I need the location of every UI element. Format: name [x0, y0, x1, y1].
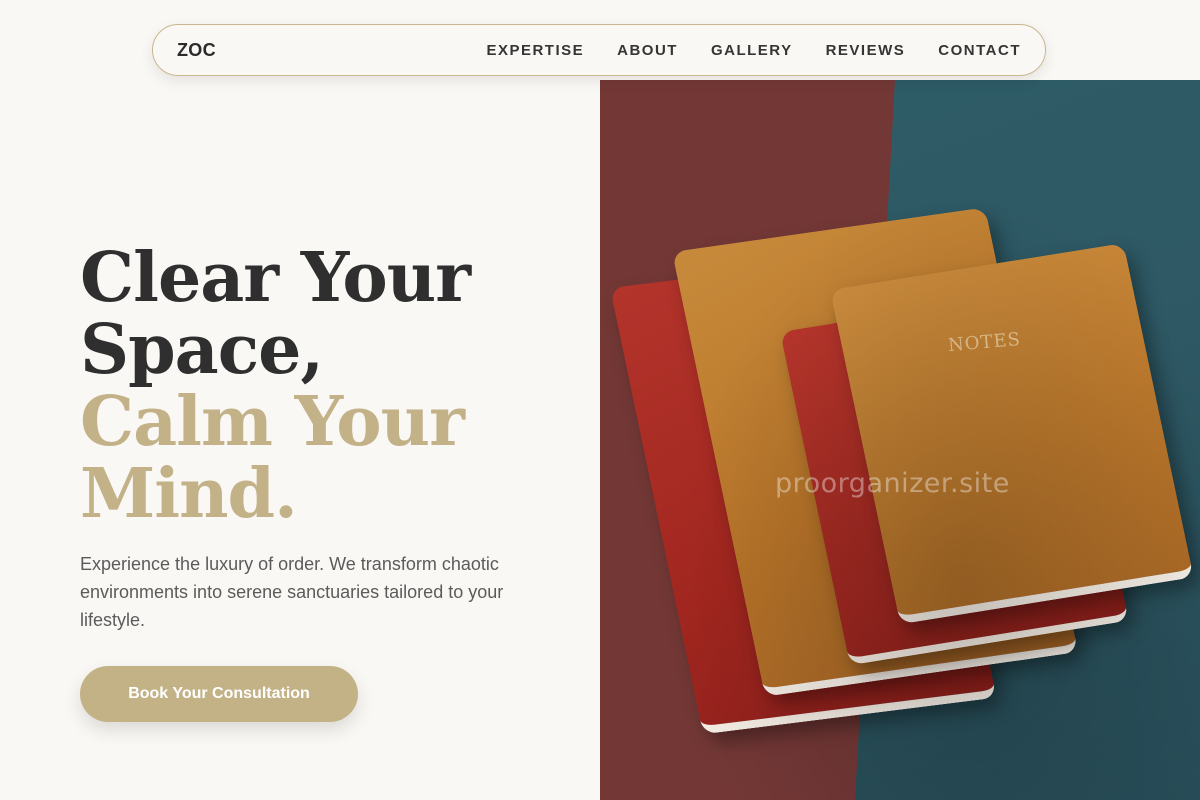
nav-link-reviews[interactable]: REVIEWS	[826, 42, 906, 59]
headline-line-3: Calm Your	[80, 382, 465, 462]
hero-headline: Clear Your Space, Calm Your Mind.	[80, 242, 550, 530]
nav-link-expertise[interactable]: EXPERTISE	[486, 42, 584, 59]
nav-link-contact[interactable]: CONTACT	[938, 42, 1021, 59]
main-nav: ZOC EXPERTISE ABOUT GALLERY REVIEWS CONT…	[152, 24, 1046, 76]
watermark-text: proorganizer.site	[775, 468, 1010, 499]
site-logo[interactable]: ZOC	[177, 40, 216, 61]
headline-line-2: Space,	[80, 310, 324, 390]
nav-link-gallery[interactable]: GALLERY	[711, 42, 793, 59]
headline-line-1: Clear Your	[80, 238, 471, 318]
headline-line-4: Mind.	[80, 454, 298, 534]
hero-image: NOTES	[600, 80, 1200, 800]
book-consultation-button[interactable]: Book Your Consultation	[80, 666, 358, 722]
nav-link-about[interactable]: ABOUT	[617, 42, 678, 59]
nav-links: EXPERTISE ABOUT GALLERY REVIEWS CONTACT	[453, 42, 1021, 59]
hero-subtitle: Experience the luxury of order. We trans…	[80, 554, 504, 630]
